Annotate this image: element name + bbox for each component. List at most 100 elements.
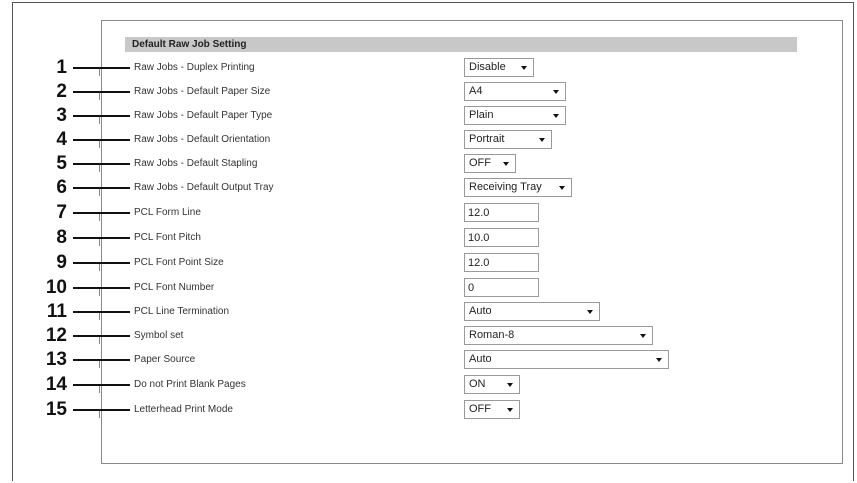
setting-label: Letterhead Print Mode	[134, 404, 233, 415]
callout-number: 5	[56, 153, 67, 174]
row-tick-mark	[99, 117, 100, 124]
row-tick-mark	[99, 337, 100, 344]
setting-label: Raw Jobs - Default Output Tray	[134, 182, 274, 193]
dropdown-value: Auto	[469, 353, 492, 365]
callout-number: 7	[56, 202, 67, 223]
row-tick-mark	[99, 93, 100, 100]
chevron-down-icon[interactable]	[553, 114, 559, 118]
row-tick-mark	[99, 361, 100, 368]
row-tick-mark	[99, 165, 100, 172]
setting-dropdown[interactable]: Auto	[464, 350, 669, 369]
chevron-down-icon[interactable]	[553, 90, 559, 94]
chevron-down-icon[interactable]	[521, 66, 527, 70]
setting-row: 5 Raw Jobs - Default Stapling OFF	[0, 152, 857, 175]
setting-text-input[interactable]	[464, 253, 539, 272]
callout-number: 14	[45, 374, 67, 395]
setting-dropdown[interactable]: ON	[464, 375, 520, 394]
callout-leader-line	[73, 311, 130, 313]
setting-row: 3 Raw Jobs - Default Paper Type Plain	[0, 104, 857, 127]
setting-label: Raw Jobs - Duplex Printing	[134, 62, 255, 73]
row-tick-mark	[99, 189, 100, 196]
callout-leader-line	[73, 187, 130, 189]
setting-row: 8 PCL Font Pitch	[0, 226, 857, 249]
setting-row: 10 PCL Font Number	[0, 276, 857, 299]
setting-row: 14 Do not Print Blank Pages ON	[0, 373, 857, 396]
chevron-down-icon[interactable]	[587, 310, 593, 314]
dropdown-value: Receiving Tray	[469, 181, 542, 193]
callout-number: 8	[56, 227, 67, 248]
setting-row: 12 Symbol set Roman-8	[0, 324, 857, 347]
dropdown-value: OFF	[469, 403, 491, 415]
setting-label: PCL Font Pitch	[134, 232, 201, 243]
setting-label: Symbol set	[134, 330, 184, 341]
setting-dropdown[interactable]: Disable	[464, 58, 534, 77]
chevron-down-icon[interactable]	[640, 334, 646, 338]
row-tick-mark	[99, 214, 100, 221]
row-tick-mark	[99, 239, 100, 246]
setting-row: 4 Raw Jobs - Default Orientation Portrait	[0, 128, 857, 151]
callout-leader-line	[73, 139, 130, 141]
callout-number: 9	[56, 252, 67, 273]
row-tick-mark	[99, 289, 100, 296]
callout-leader-line	[73, 67, 130, 69]
setting-dropdown[interactable]: Receiving Tray	[464, 178, 572, 197]
dropdown-value: Portrait	[469, 133, 505, 145]
callout-leader-line	[73, 163, 130, 165]
chevron-down-icon[interactable]	[507, 383, 513, 387]
setting-row: 6 Raw Jobs - Default Output Tray Receiving…	[0, 176, 857, 199]
setting-label: Raw Jobs - Default Paper Size	[134, 86, 271, 97]
dropdown-value: OFF	[469, 157, 491, 169]
setting-row: 1 Raw Jobs - Duplex Printing Disable	[0, 56, 857, 79]
setting-dropdown[interactable]: Roman-8	[464, 326, 653, 345]
setting-row: 13 Paper Source Auto	[0, 348, 857, 371]
callout-number: 13	[45, 349, 67, 370]
setting-label: PCL Font Point Size	[134, 257, 224, 268]
chevron-down-icon[interactable]	[539, 138, 545, 142]
callout-number: 4	[56, 129, 67, 150]
setting-label: Raw Jobs - Default Stapling	[134, 158, 258, 169]
callout-leader-line	[73, 237, 130, 239]
dropdown-value: Disable	[469, 61, 506, 73]
setting-row: 11 PCL Line Termination Auto	[0, 300, 857, 323]
callout-leader-line	[73, 359, 130, 361]
setting-dropdown[interactable]: Auto	[464, 302, 600, 321]
callout-leader-line	[73, 212, 130, 214]
chevron-down-icon[interactable]	[559, 186, 565, 190]
setting-label: PCL Font Number	[134, 282, 215, 293]
setting-dropdown[interactable]: OFF	[464, 154, 516, 173]
setting-label: Raw Jobs - Default Orientation	[134, 134, 271, 145]
setting-text-input[interactable]	[464, 228, 539, 247]
dropdown-value: Auto	[469, 305, 492, 317]
dropdown-value: ON	[469, 378, 486, 390]
callout-leader-line	[73, 335, 130, 337]
setting-label: Do not Print Blank Pages	[134, 379, 246, 390]
setting-dropdown[interactable]: OFF	[464, 400, 520, 419]
row-tick-mark	[99, 141, 100, 148]
setting-text-input[interactable]	[464, 278, 539, 297]
setting-label: Raw Jobs - Default Paper Type	[134, 110, 273, 121]
setting-row: 2 Raw Jobs - Default Paper Size A4	[0, 80, 857, 103]
setting-dropdown[interactable]: Portrait	[464, 130, 552, 149]
setting-dropdown[interactable]: A4	[464, 82, 566, 101]
row-tick-mark	[99, 411, 100, 418]
callout-number: 12	[45, 325, 67, 346]
chevron-down-icon[interactable]	[507, 408, 513, 412]
callout-number: 6	[56, 177, 67, 198]
row-tick-mark	[99, 386, 100, 393]
dropdown-value: Roman-8	[469, 329, 515, 341]
setting-text-input[interactable]	[464, 203, 539, 222]
callout-number: 11	[46, 301, 67, 322]
callout-number: 10	[45, 277, 67, 298]
setting-label: PCL Line Termination	[134, 306, 230, 317]
setting-dropdown[interactable]: Plain	[464, 106, 566, 125]
callout-number: 15	[45, 399, 67, 420]
chevron-down-icon[interactable]	[503, 162, 509, 166]
callout-leader-line	[73, 409, 130, 411]
setting-row: 7 PCL Form Line	[0, 201, 857, 224]
dropdown-value: Plain	[469, 109, 494, 121]
callout-number: 3	[56, 105, 67, 126]
callout-leader-line	[73, 115, 130, 117]
chevron-down-icon[interactable]	[656, 358, 662, 362]
callout-leader-line	[73, 384, 130, 386]
row-tick-mark	[99, 264, 100, 271]
